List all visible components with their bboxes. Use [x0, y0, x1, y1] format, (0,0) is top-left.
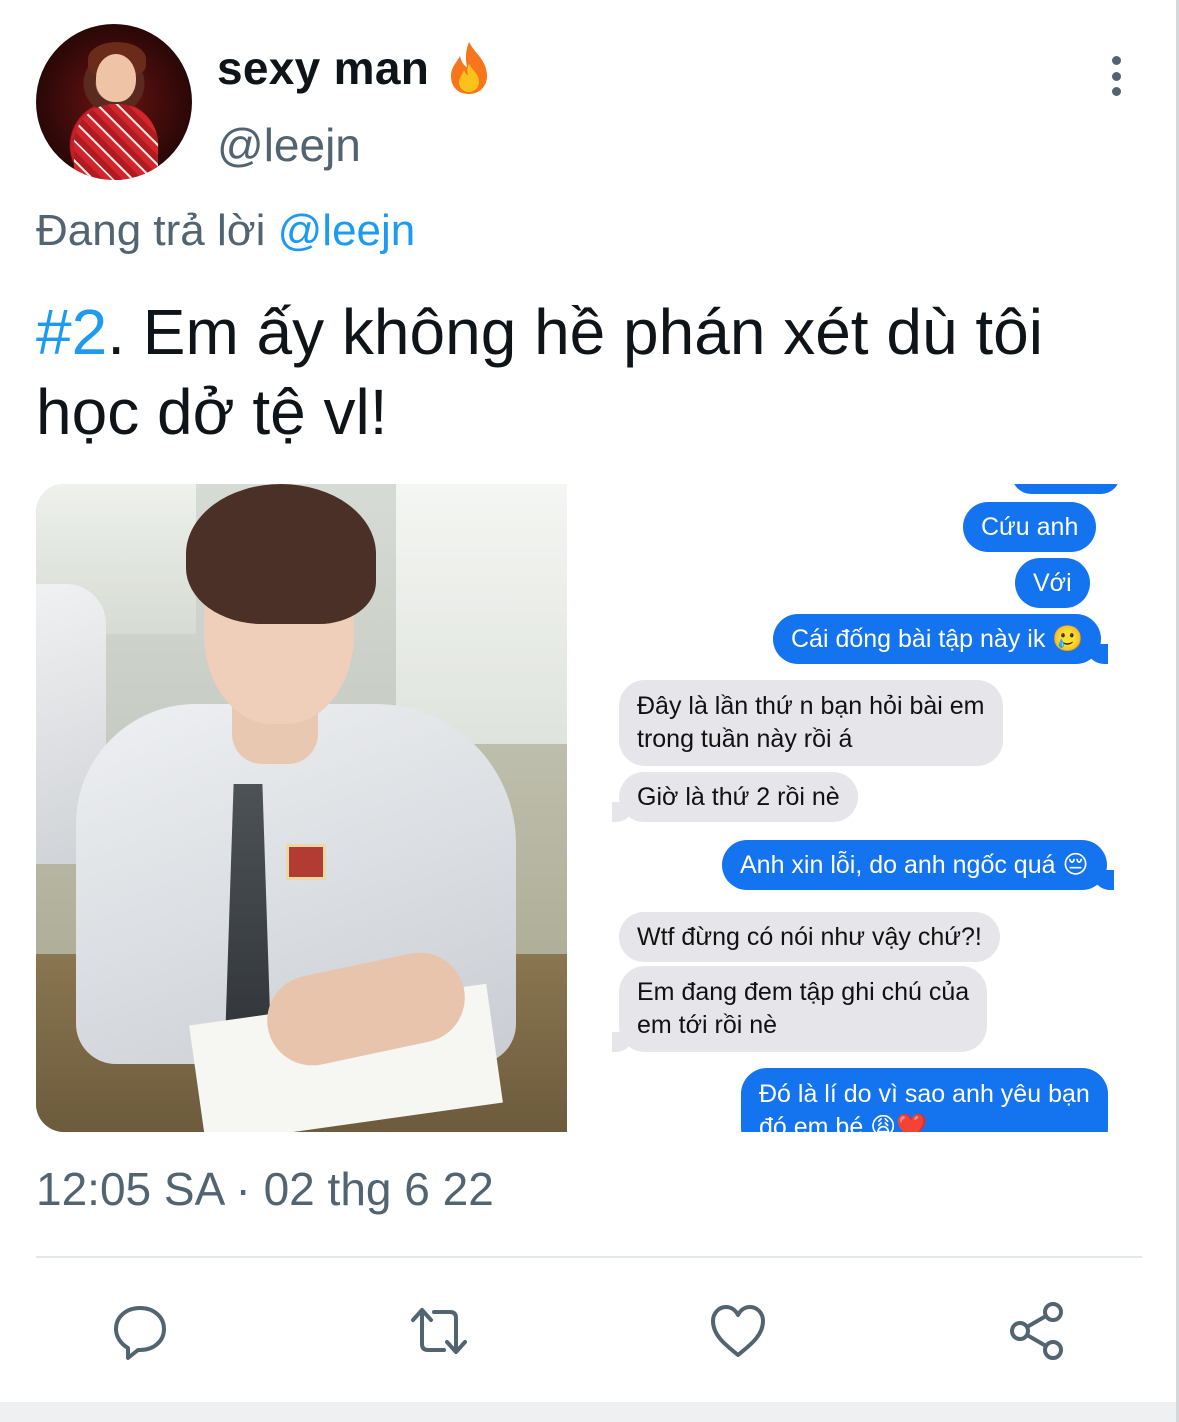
chat-screenshot[interactable]: Cứu anh Với Cái đống bài tập này ik 🥲 Đâ… — [567, 484, 1142, 1132]
chat-bubble-out: Anh xin lỗi, do anh ngốc quá 😔 — [722, 840, 1114, 890]
heart-icon — [711, 1305, 765, 1357]
avatar-face — [96, 54, 136, 102]
tweet-text: #2. Em ấy không hề phán xét dù tôi học d… — [36, 292, 1136, 452]
tweet-timestamp[interactable]: 12:05 SA · 02 thg 6 22 — [36, 1162, 494, 1216]
tweet-detail-page: sexy man @leejn Đang trả lời @leejn #2. … — [0, 0, 1179, 1422]
reply-icon — [114, 1306, 166, 1360]
more-dot — [1111, 87, 1121, 96]
author-handle[interactable]: @leejn — [217, 118, 361, 172]
more-options-button[interactable] — [1096, 52, 1136, 100]
retweet-button[interactable] — [404, 1296, 474, 1366]
tweet-media[interactable]: Cứu anh Với Cái đống bài tập này ik 🥲 Đâ… — [36, 484, 1142, 1132]
student-photo[interactable] — [36, 484, 567, 1132]
photo-window-right — [396, 484, 567, 744]
fire-icon — [445, 40, 493, 96]
tweet-body: . Em ấy không hề phán xét dù tôi học dở … — [36, 296, 1043, 448]
tweet-hashtag[interactable]: #2 — [36, 296, 107, 368]
avatar-jacket — [74, 104, 158, 180]
chat-bubble-out: Với — [1015, 558, 1090, 608]
divider — [36, 1256, 1142, 1258]
like-button[interactable] — [703, 1296, 773, 1366]
chat-bubble-text: Giờ là thứ 2 rồi nè — [637, 783, 840, 811]
more-dot — [1111, 71, 1121, 81]
chat-bubble-in: Em đang đem tập ghi chú của em tới rồi n… — [611, 966, 988, 1052]
chat-bubble-out: Cứu anh — [963, 502, 1097, 552]
chat-bubble-line: trong tuần này rồi á — [637, 725, 853, 753]
replying-to-mention[interactable]: @leejn — [278, 206, 416, 255]
chat-bubble-out: Cái đống bài tập này ik 🥲 — [773, 614, 1109, 664]
retweet-icon — [411, 1308, 467, 1354]
chat-bubble-out: Đó là lí do vì sao anh yêu bạn đó em bé … — [741, 1068, 1108, 1132]
author-name-row[interactable]: sexy man — [217, 38, 493, 98]
tweet-actions-bar — [0, 1296, 1179, 1366]
replying-to: Đang trả lời @leejn — [36, 206, 415, 256]
chat-bubble-in: Đây là lần thứ n bạn hỏi bài em trong tu… — [619, 680, 1003, 766]
chat-bubble-line: em tới rồi nè — [637, 1011, 778, 1039]
chat-bubble-line: Đó là lí do vì sao anh yêu bạn — [759, 1080, 1090, 1108]
chat-bubble-line: đó em bé 😩❤️ — [759, 1113, 928, 1132]
chat-bubble-cutoff — [1012, 484, 1120, 494]
more-dot — [1111, 56, 1121, 65]
reply-button[interactable] — [105, 1296, 175, 1366]
author-display-name[interactable]: sexy man — [217, 41, 429, 95]
chat-bubble-line: Đây là lần thứ n bạn hỏi bài em — [637, 692, 985, 720]
share-icon — [1010, 1302, 1063, 1360]
author-avatar[interactable] — [36, 24, 192, 180]
photo-hair — [186, 484, 376, 624]
chat-bubble-line: Em đang đem tập ghi chú của — [637, 978, 970, 1006]
chat-bubble-text: Anh xin lỗi, do anh ngốc quá 😔 — [740, 851, 1089, 879]
chat-bubble-text: Cái đống bài tập này ik 🥲 — [791, 625, 1084, 653]
replying-to-prefix: Đang trả lời — [36, 206, 266, 255]
photo-badge — [286, 844, 326, 880]
chat-bubble-in: Wtf đừng có nói như vậy chứ?! — [619, 912, 1000, 962]
bottom-edge — [0, 1402, 1179, 1422]
chat-bubble-in: Giờ là thứ 2 rồi nè — [612, 772, 858, 822]
share-button[interactable] — [1002, 1296, 1072, 1366]
